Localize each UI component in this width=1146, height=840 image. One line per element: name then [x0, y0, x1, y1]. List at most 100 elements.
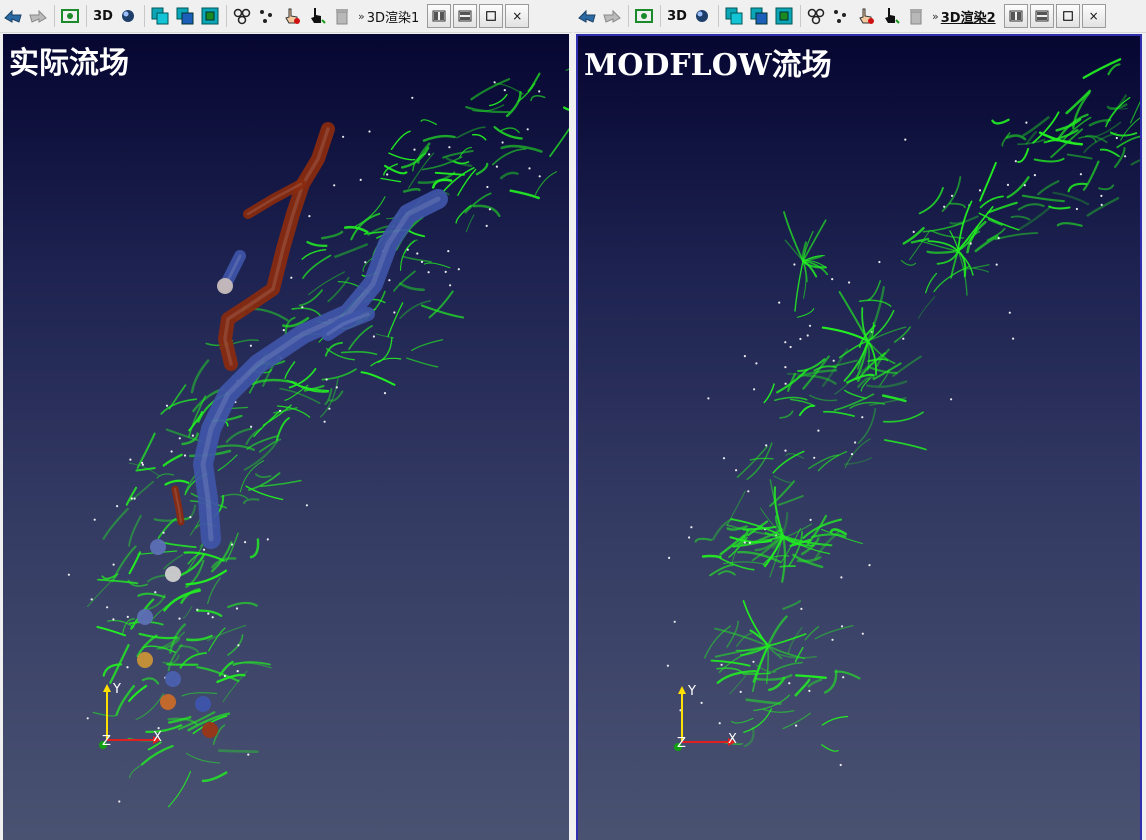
layer-blue-icon[interactable] [174, 5, 196, 27]
streamline [884, 439, 927, 451]
streamline [500, 127, 520, 134]
split-horizontal-icon[interactable] [1029, 4, 1054, 28]
points-icon[interactable] [830, 5, 852, 27]
nodes-icon[interactable] [805, 5, 827, 27]
streamline [790, 398, 816, 407]
screenshot-icon[interactable] [633, 5, 655, 27]
streamline [867, 358, 889, 363]
toolbar-overflow[interactable]: » [932, 10, 939, 23]
maximize-icon[interactable] [1055, 4, 1080, 28]
streamline [207, 624, 247, 642]
3d-viewport-2[interactable]: MODFLOW流场 Y X Z [576, 34, 1142, 840]
layer-blue-icon[interactable] [748, 5, 770, 27]
observation-point [538, 90, 541, 93]
observation-point [106, 606, 109, 609]
hand-pointer-icon[interactable] [281, 5, 303, 27]
toolbar-overflow[interactable]: » [358, 10, 365, 23]
streamline [795, 674, 827, 679]
sphere-icon[interactable] [691, 5, 713, 27]
observation-point [950, 194, 954, 197]
observation-point [795, 724, 798, 727]
observation-point [1014, 160, 1017, 163]
toolbar-render-1: 3D » 3D渲染1 × [0, 0, 572, 33]
streamline [472, 204, 501, 218]
close-icon[interactable]: × [505, 4, 530, 28]
nodes-icon[interactable] [231, 5, 253, 27]
streamline [802, 219, 827, 262]
streamline [190, 359, 210, 394]
pan-left-icon[interactable] [576, 5, 598, 27]
observation-point [183, 454, 187, 457]
streamline [185, 634, 213, 642]
streamline [823, 669, 838, 694]
observation-point [854, 441, 857, 444]
observation-point [722, 457, 726, 460]
pointer-icon[interactable] [306, 5, 328, 27]
pan-right-icon[interactable] [27, 5, 49, 27]
observation-point [861, 416, 864, 419]
split-horizontal-icon[interactable] [453, 4, 478, 28]
streamline [137, 592, 166, 599]
sphere-icon[interactable] [117, 5, 139, 27]
observation-point [528, 167, 531, 170]
3d-view-button[interactable]: 3D [665, 9, 689, 24]
observation-point [720, 663, 723, 666]
observation-point [301, 306, 304, 309]
split-vertical-icon[interactable] [1003, 4, 1028, 28]
view-title-1[interactable]: 3D渲染1 [367, 7, 420, 26]
maximize-icon[interactable] [479, 4, 504, 28]
pan-right-icon[interactable] [601, 5, 623, 27]
split-vertical-icon[interactable] [427, 4, 452, 28]
streamline [399, 282, 425, 292]
streamline [509, 189, 540, 200]
hand-pointer-icon[interactable] [855, 5, 877, 27]
3d-view-button[interactable]: 3D [91, 9, 115, 24]
streamline [97, 578, 139, 585]
observation-point [237, 644, 240, 647]
streamline [779, 410, 794, 419]
streamline [823, 410, 855, 417]
layer-cyan-icon[interactable] [723, 5, 745, 27]
observation-point [444, 270, 447, 273]
trash-icon[interactable] [331, 5, 353, 27]
streamline [201, 771, 228, 783]
observation-point [406, 248, 409, 251]
streamline [1055, 118, 1082, 132]
streamline [749, 457, 774, 461]
observation-point [130, 497, 133, 500]
streamline [867, 280, 882, 301]
streamline [866, 285, 885, 343]
streamline [797, 358, 826, 372]
streamline [136, 432, 156, 469]
streamline [434, 171, 465, 176]
observation-point [743, 541, 746, 544]
streamline [979, 195, 1004, 209]
points-icon[interactable] [256, 5, 278, 27]
streamline [772, 450, 805, 474]
3d-viewport-1[interactable]: 实际流场 Y X Z [3, 34, 569, 840]
well-marker [195, 696, 211, 712]
streamline [162, 453, 183, 467]
pan-left-icon[interactable] [2, 5, 24, 27]
observation-point [416, 252, 419, 255]
layer-green-icon[interactable] [199, 5, 221, 27]
streamline [156, 473, 175, 479]
view-title-2[interactable]: 3D渲染2 [941, 7, 996, 26]
streamline [182, 605, 193, 619]
streamline [565, 68, 569, 71]
observation-point [817, 429, 820, 432]
trash-icon[interactable] [905, 5, 927, 27]
pointer-icon[interactable] [880, 5, 902, 27]
observation-point [832, 359, 835, 362]
axis-x-label: X [728, 732, 737, 747]
close-icon[interactable]: × [1081, 4, 1106, 28]
streamline [994, 232, 1039, 241]
flow-field-scene-actual [67, 68, 569, 808]
streamline [253, 410, 281, 438]
layer-cyan-icon[interactable] [149, 5, 171, 27]
observation-point [230, 543, 234, 546]
layer-green-icon[interactable] [773, 5, 795, 27]
well-marker [202, 722, 218, 738]
screenshot-icon[interactable] [59, 5, 81, 27]
observation-point [789, 345, 792, 349]
